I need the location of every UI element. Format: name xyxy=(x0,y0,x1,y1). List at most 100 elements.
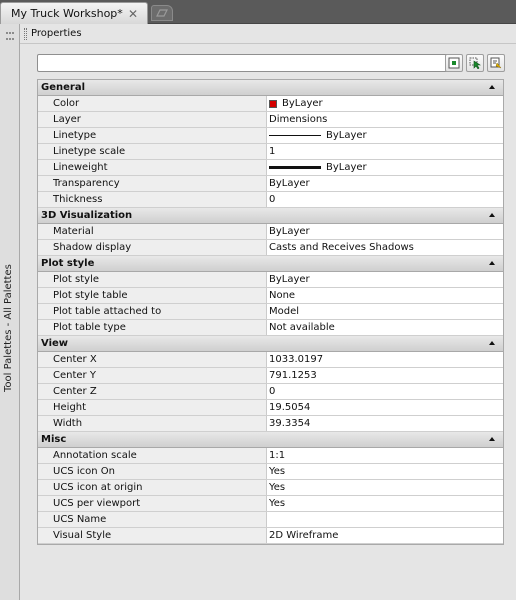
property-value: 0 xyxy=(269,194,276,205)
property-row-center-x[interactable]: Center X 1033.0197 xyxy=(38,352,503,368)
collapse-arrow-icon[interactable] xyxy=(489,85,495,89)
document-tab[interactable]: My Truck Workshop* ✕ xyxy=(0,2,148,24)
property-value: ByLayer xyxy=(269,178,310,189)
property-row-center-y[interactable]: Center Y 791.1253 xyxy=(38,368,503,384)
property-value: 0 xyxy=(269,386,276,397)
property-value-field[interactable]: 1:1 xyxy=(267,448,503,463)
property-row-plot-table-type[interactable]: Plot table type Not available xyxy=(38,320,503,336)
collapse-arrow-icon[interactable] xyxy=(489,437,495,441)
property-name: Height xyxy=(38,400,267,415)
property-row-linetype-scale[interactable]: Linetype scale 1 xyxy=(38,144,503,160)
property-value-field[interactable]: ByLayer xyxy=(267,96,503,111)
property-value-field[interactable]: ByLayer xyxy=(267,224,503,239)
property-row-material[interactable]: Material ByLayer xyxy=(38,224,503,240)
property-value: 19.5054 xyxy=(269,402,311,413)
property-row-color[interactable]: Color ByLayer xyxy=(38,96,503,112)
property-value-field[interactable]: Yes xyxy=(267,480,503,495)
property-row-plot-style[interactable]: Plot style ByLayer xyxy=(38,272,503,288)
property-name: Plot style xyxy=(38,272,267,287)
property-row-lineweight[interactable]: Lineweight ByLayer xyxy=(38,160,503,176)
section-header-3d-visualization[interactable]: 3D Visualization xyxy=(38,208,503,224)
property-value-field[interactable] xyxy=(267,512,503,527)
property-row-height[interactable]: Height 19.5054 xyxy=(38,400,503,416)
property-row-ucs-icon-at-origin[interactable]: UCS icon at origin Yes xyxy=(38,480,503,496)
property-value-field[interactable]: ByLayer xyxy=(267,176,503,191)
property-value-field[interactable]: 0 xyxy=(267,192,503,207)
property-value-field[interactable]: Dimensions xyxy=(267,112,503,127)
property-row-shadow-display[interactable]: Shadow display Casts and Receives Shadows xyxy=(38,240,503,256)
property-name: Plot style table xyxy=(38,288,267,303)
object-type-dropdown[interactable] xyxy=(37,54,461,72)
property-value: ByLayer xyxy=(326,162,367,173)
property-value-field[interactable]: 0 xyxy=(267,384,503,399)
property-value-field[interactable]: ByLayer xyxy=(267,160,503,175)
new-drawing-icon xyxy=(156,9,168,17)
section-header-general[interactable]: General xyxy=(38,80,503,96)
property-name: UCS Name xyxy=(38,512,267,527)
property-row-center-z[interactable]: Center Z0 xyxy=(38,384,503,400)
property-row-visual-style[interactable]: Visual Style 2D Wireframe xyxy=(38,528,503,544)
property-name: Center X xyxy=(38,352,267,367)
tool-palettes-label[interactable]: Tool Palettes - All Palettes xyxy=(3,264,14,392)
property-value-field[interactable]: Yes xyxy=(267,496,503,511)
property-name: Layer xyxy=(38,112,267,127)
property-value-field[interactable]: 2D Wireframe xyxy=(267,528,503,543)
property-row-ucs-icon-on[interactable]: UCS icon On Yes xyxy=(38,464,503,480)
property-row-layer[interactable]: Layer Dimensions xyxy=(38,112,503,128)
collapse-arrow-icon[interactable] xyxy=(489,341,495,345)
property-row-thickness[interactable]: Thickness 0 xyxy=(38,192,503,208)
property-row-plot-style-table[interactable]: Plot style table None xyxy=(38,288,503,304)
property-name: Plot table type xyxy=(38,320,267,335)
property-value: ByLayer xyxy=(269,226,310,237)
document-tab-bar: My Truck Workshop* ✕ xyxy=(0,0,516,24)
property-value-field[interactable]: Not available xyxy=(267,320,503,335)
section-title: Plot style xyxy=(41,258,95,269)
property-value-field[interactable]: Model xyxy=(267,304,503,319)
property-name: Shadow display xyxy=(38,240,267,255)
property-name: Center Y xyxy=(38,368,267,383)
palette-title-bar[interactable]: Properties xyxy=(20,24,516,44)
section-header-plot-style[interactable]: Plot style xyxy=(38,256,503,272)
property-value-field[interactable]: ByLayer xyxy=(267,272,503,287)
property-value-field[interactable]: Casts and Receives Shadows xyxy=(267,240,503,255)
palette-grip-handle[interactable] xyxy=(24,27,27,40)
property-value-field[interactable]: 1 xyxy=(267,144,503,159)
property-value: Model xyxy=(269,306,300,317)
property-row-ucs-name[interactable]: UCS Name xyxy=(38,512,503,528)
property-value-field[interactable]: 39.3354 xyxy=(267,416,503,431)
section-header-misc[interactable]: Misc xyxy=(38,432,503,448)
toggle-pickadd-button[interactable] xyxy=(445,54,463,72)
document-tab-title: My Truck Workshop* xyxy=(11,7,123,20)
quick-select-button[interactable] xyxy=(487,54,505,72)
property-value-field[interactable]: None xyxy=(267,288,503,303)
property-name: UCS per viewport xyxy=(38,496,267,511)
property-value-field[interactable]: 1033.0197 xyxy=(267,352,503,367)
property-row-linetype[interactable]: Linetype ByLayer xyxy=(38,128,503,144)
property-name: Linetype xyxy=(38,128,267,143)
property-value: ByLayer xyxy=(326,130,367,141)
property-row-width[interactable]: Width 39.3354 xyxy=(38,416,503,432)
collapse-arrow-icon[interactable] xyxy=(489,261,495,265)
select-objects-button[interactable] xyxy=(466,54,484,72)
property-value: None xyxy=(269,290,296,301)
properties-palette: Properties General Color ByLayer Layer Dimen… xyxy=(20,24,516,600)
section-header-view[interactable]: View xyxy=(38,336,503,352)
collapse-arrow-icon[interactable] xyxy=(489,213,495,217)
lineweight-sample-icon xyxy=(269,166,321,169)
new-tab-button[interactable] xyxy=(151,5,173,21)
strip-grip-handle[interactable] xyxy=(6,32,14,40)
property-row-transparency[interactable]: Transparency ByLayer xyxy=(38,176,503,192)
property-name: Visual Style xyxy=(38,528,267,543)
property-value-field[interactable]: 19.5054 xyxy=(267,400,503,415)
close-tab-icon[interactable]: ✕ xyxy=(128,7,138,21)
property-value-field[interactable]: 791.1253 xyxy=(267,368,503,383)
palette-title: Properties xyxy=(31,28,82,39)
property-value: 2D Wireframe xyxy=(269,530,339,541)
property-row-plot-table-attached-to[interactable]: Plot table attached to Model xyxy=(38,304,503,320)
property-row-annotation-scale[interactable]: Annotation scale 1:1 xyxy=(38,448,503,464)
property-value-field[interactable]: ByLayer xyxy=(267,128,503,143)
property-value-field[interactable]: Yes xyxy=(267,464,503,479)
tool-palettes-strip[interactable]: Tool Palettes - All Palettes xyxy=(0,24,20,600)
property-row-ucs-per-viewport[interactable]: UCS per viewport Yes xyxy=(38,496,503,512)
property-name: Transparency xyxy=(38,176,267,191)
